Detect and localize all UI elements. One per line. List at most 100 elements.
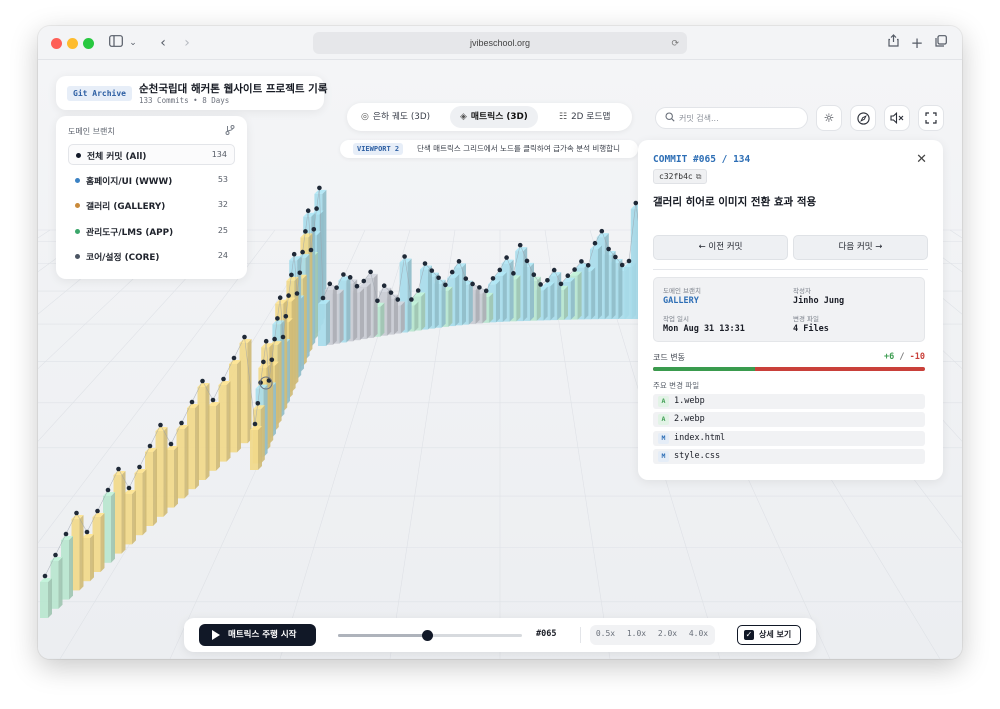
next-commit-button[interactable]: 다음 커밋 → [793,235,928,260]
branch-color-dot [75,228,80,234]
fullscreen-icon [925,112,937,127]
file-name: index.html [674,432,726,443]
divider [653,269,928,270]
branch-count: 53 [217,174,228,184]
compass-button[interactable] [850,105,876,131]
speed-option-0-5x[interactable]: 0.5x [590,629,621,638]
minimize-window-button[interactable] [67,38,78,49]
deletions-count: -10 [909,352,925,362]
play-matrix-button[interactable]: 매트릭스 주행 시작 [199,624,316,646]
viewport-hint-text: 단색 매트릭스 그리드에서 노드를 클릭하여 급가속 분석 비행합니 [417,144,620,153]
close-icon[interactable]: ✕ [916,152,927,167]
forward-icon[interactable]: › [180,34,194,52]
diff-additions-fill [653,367,755,371]
compass-icon [856,112,870,128]
commit-title: 갤러리 히어로 이미지 전환 효과 적용 [653,196,817,208]
divider [580,627,581,643]
changed-file-item[interactable]: A 1.webp [653,394,925,409]
search-input[interactable] [679,111,799,126]
sidebar-toggle-icon[interactable] [108,34,124,52]
address-bar[interactable]: jvibeschool.org ⟳ [313,32,687,54]
close-window-button[interactable] [51,38,62,49]
meta-author-label: 작성자 [793,287,811,295]
meta-author-value: Jinho Jung [793,296,845,306]
branch-item[interactable]: 전체 커밋 (All) 134 [68,144,235,165]
branch-name: 코어/설정 (CORE) [86,253,160,263]
reload-icon[interactable]: ⟳ [671,32,679,54]
view-mode-tabs: ◎ 은하 궤도 (3D) ◈ 매트릭스 (3D) ☷ 2D 로드맵 [347,103,632,131]
meta-branch-label: 도메인 브랜치 [663,287,701,295]
sound-toggle-button[interactable] [884,105,910,131]
branch-item[interactable]: 코어/설정 (CORE) 24 [68,246,235,267]
new-tab-icon[interactable]: + [910,34,924,52]
branch-color-dot [75,177,80,183]
commit-hash[interactable]: c32fb4c ⧉ [653,169,708,184]
commit-detail-panel: COMMIT #065 / 134 ✕ c32fb4c ⧉ 갤러리 히어로 이미지… [638,140,943,480]
commit-search [655,107,808,129]
detail-view-toggle[interactable]: ✓ 상세 보기 [737,625,801,645]
timeline-slider[interactable] [338,630,522,641]
theme-toggle-button[interactable]: ☼ [816,105,842,131]
playback-bar: 매트릭스 주행 시작 #065 0.5x 1.0x 2.0x 4.0x ✓ 상세… [184,618,816,652]
speed-option-2x[interactable]: 2.0x [652,629,683,638]
viewport-badge: VIEWPORT 2 [353,143,404,155]
zoom-window-button[interactable] [83,38,94,49]
roadmap-icon: ☷ [559,112,568,122]
play-icon [212,630,220,640]
changed-file-item[interactable]: Mstyle.css [653,448,925,464]
branch-count: 25 [217,225,228,235]
repo-info-card: Git Archive 순천국립대 해커톤 웹사이트 프로젝트 기록 133 C… [56,76,328,110]
share-icon[interactable] [886,34,900,52]
speed-option-4x[interactable]: 4.0x [683,629,714,638]
branch-count: 24 [217,251,228,260]
meta-date-label: 작업 일시 [663,315,689,323]
tab-2d-roadmap[interactable]: ☷ 2D 로드맵 [549,106,621,128]
file-name: 1.webp [674,396,705,406]
prev-commit-button[interactable]: ← 이전 커밋 [653,235,788,260]
file-status-badge: M [658,432,669,444]
commit-meta: 도메인 브랜치 GALLERY 작성자 Jinho Jung 작업 일시 Mon… [653,277,925,342]
timeline-position: #065 [536,629,557,639]
file-name: style.css [674,450,721,461]
app-content: Git Archive 순천국립대 해커톤 웹사이트 프로젝트 기록 133 C… [38,60,962,659]
timeline-slider-fill [338,634,428,637]
file-status-badge: A [658,414,669,426]
branch-name: 홈페이지/UI (WWW) [86,176,173,187]
meta-files-label: 변경 파일 [793,315,819,323]
copy-icon[interactable]: ⧉ [696,172,702,181]
speed-selector: 0.5x 1.0x 2.0x 4.0x [590,625,715,645]
search-icon [665,112,675,125]
file-name: 2.webp [674,414,705,425]
orbit-icon: ◎ [361,112,369,122]
layers-icon: ◈ [460,112,467,122]
additions-count: +6 [884,352,895,362]
changed-file-item[interactable]: Mindex.html [653,430,925,446]
changed-files-label: 주요 변경 파일 [653,381,700,390]
chevron-down-icon[interactable]: ⌄ [128,34,138,52]
code-changes-label: 코드 변동 [653,353,685,362]
address-url: jvibeschool.org [469,38,531,48]
branch-item[interactable]: 홈페이지/UI (WWW) 53 [68,170,235,191]
code-changes-count: +6 / -10 [884,352,925,362]
branch-item[interactable]: 관리도구/LMS (APP) 25 [68,221,235,242]
changed-file-item[interactable]: A 2.webp [653,412,925,428]
timeline-slider-thumb[interactable] [422,630,434,641]
tab-overview-icon[interactable] [934,34,948,52]
back-icon[interactable]: ‹ [156,34,170,52]
meta-date-value: Mon Aug 31 13:31 [663,324,745,334]
tab-matrix-3d[interactable]: ◈ 매트릭스 (3D) [450,106,538,128]
branch-name: 전체 커밋 (All) [87,152,147,162]
fullscreen-button[interactable] [918,105,944,131]
browser-window: ⌄ ‹ › jvibeschool.org ⟳ + Git Archive 순천… [38,26,962,659]
sun-icon: ☼ [823,111,835,125]
changes-divider: / [899,352,905,362]
branch-panel-title: 도메인 브랜치 [68,127,115,136]
branch-color-dot [76,153,81,158]
branch-name: 관리도구/LMS (APP) [86,227,174,238]
tab-galaxy-orbit[interactable]: ◎ 은하 궤도 (3D) [351,106,440,128]
meta-branch-value: GALLERY [663,296,699,306]
speed-option-1x[interactable]: 1.0x [621,629,652,638]
branch-name: 갤러리 (GALLERY) [86,202,166,212]
repo-subtitle: 133 Commits • 8 Days [139,96,230,105]
branch-item[interactable]: 갤러리 (GALLERY) 32 [68,195,235,216]
